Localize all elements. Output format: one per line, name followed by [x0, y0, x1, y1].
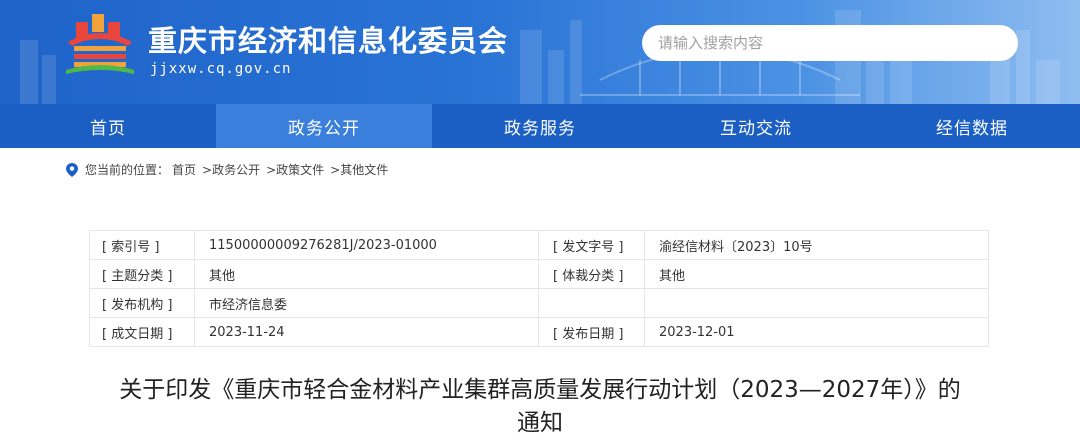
table-row: [ 成文日期 ] 2023-11-24 [ 发布日期 ] 2023-12-01 [89, 317, 989, 347]
info-label-topic-category: [ 主题分类 ] [89, 259, 195, 289]
table-row: [ 索引号 ] 11500000009276281J/2023-01000 [ … [89, 230, 989, 260]
breadcrumb-prefix: 您当前的位置： [85, 163, 170, 177]
nav-item-government-services[interactable]: 政务服务 [432, 104, 648, 148]
site-title[interactable]: 重庆市经济和信息化委员会 [148, 18, 508, 60]
search-input[interactable] [642, 25, 1018, 61]
table-row: [ 主题分类 ] 其他 [ 体裁分类 ] 其他 [89, 259, 989, 289]
location-pin-icon [66, 162, 78, 177]
site-logo-icon[interactable] [62, 12, 138, 76]
info-value-written-date: 2023-11-24 [194, 317, 539, 347]
breadcrumb-item-home[interactable]: 首页 [172, 161, 196, 178]
nav-item-home[interactable]: 首页 [0, 104, 216, 148]
nav-item-government-affairs-disclosure[interactable]: 政务公开 [216, 104, 432, 148]
document-title-line-1: 关于印发《重庆市轻合金材料产业集群高质量发展行动计划（2023—2027年）》的 [119, 377, 961, 403]
breadcrumb-item-policy-documents[interactable]: >政策文件 [266, 161, 324, 178]
document-title-line-2: 通知 [517, 410, 563, 436]
site-url: jjxxw.cq.gov.cn [150, 61, 292, 77]
main-nav: 首页 政务公开 政务服务 互动交流 经信数据 [0, 104, 1080, 148]
info-label-document-number: [ 发文字号 ] [538, 230, 645, 260]
nav-item-interaction[interactable]: 互动交流 [648, 104, 864, 148]
table-row: [ 发布机构 ] 市经济信息委 [89, 288, 989, 318]
info-value-empty [644, 288, 989, 318]
info-label-publish-date: [ 发布日期 ] [538, 317, 645, 347]
breadcrumb-item-other-documents[interactable]: >其他文件 [330, 161, 388, 178]
document-info-table: [ 索引号 ] 11500000009276281J/2023-01000 [ … [89, 230, 989, 347]
info-label-written-date: [ 成文日期 ] [89, 317, 195, 347]
info-value-issuing-agency: 市经济信息委 [194, 288, 539, 318]
document-title: 关于印发《重庆市轻合金材料产业集群高质量发展行动计划（2023—2027年）》的… [60, 374, 1020, 440]
info-value-genre-category: 其他 [644, 259, 989, 289]
info-value-document-number: 渝经信材料〔2023〕10号 [644, 230, 989, 260]
breadcrumb: 您当前的位置： 首页 >政务公开 >政策文件 >其他文件 [66, 161, 388, 178]
info-label-index-number: [ 索引号 ] [89, 230, 195, 260]
info-label-issuing-agency: [ 发布机构 ] [89, 288, 195, 318]
nav-item-economic-data[interactable]: 经信数据 [864, 104, 1080, 148]
info-value-publish-date: 2023-12-01 [644, 317, 989, 347]
info-value-topic-category: 其他 [194, 259, 539, 289]
breadcrumb-item-government-affairs[interactable]: >政务公开 [202, 161, 260, 178]
info-label-empty [538, 288, 645, 318]
site-header: 重庆市经济和信息化委员会 jjxxw.cq.gov.cn [0, 0, 1080, 104]
info-label-genre-category: [ 体裁分类 ] [538, 259, 645, 289]
info-value-index-number: 11500000009276281J/2023-01000 [194, 230, 539, 260]
